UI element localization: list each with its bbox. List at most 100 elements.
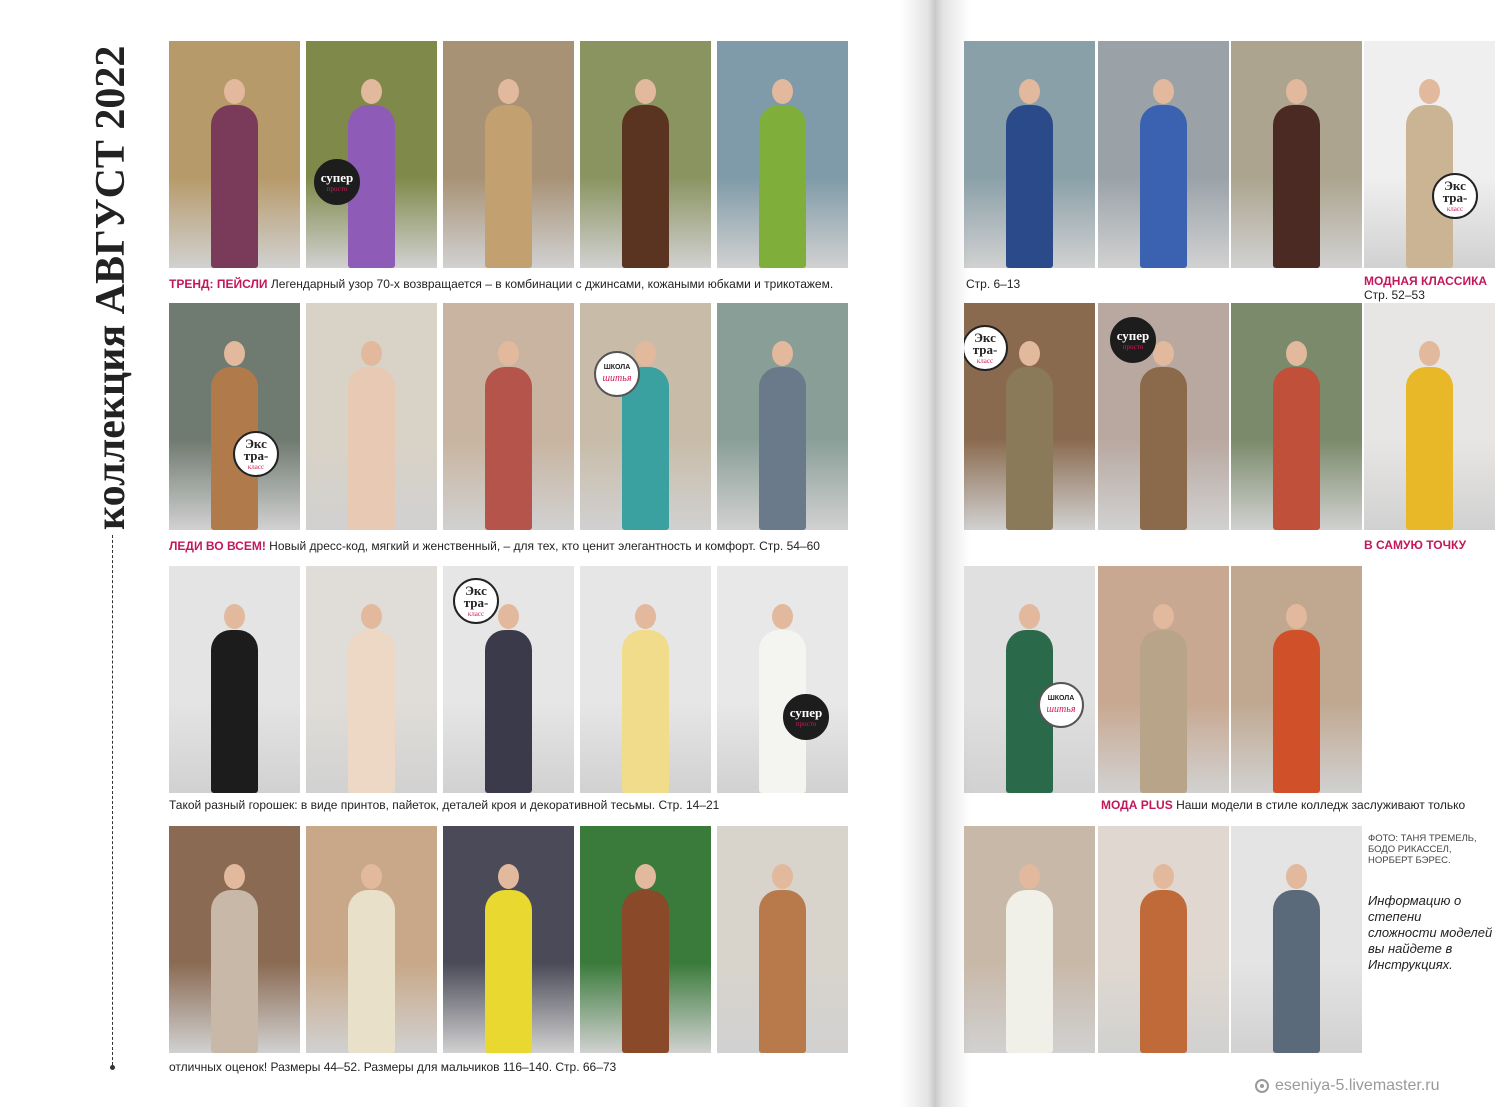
badge-extra-class: Экс тра-класс bbox=[1432, 173, 1478, 219]
fashion-photo: супер просто bbox=[717, 566, 848, 793]
badge-extra-class: Экс тра-класс bbox=[233, 431, 279, 477]
model-garment bbox=[1140, 366, 1187, 530]
badge-bottom-text: класс bbox=[247, 462, 265, 471]
badge-top-text: Экс тра- bbox=[463, 583, 489, 610]
model-head bbox=[1019, 864, 1040, 889]
fashion-photo bbox=[1364, 303, 1495, 530]
caption-trend-text: Легендарный узор 70-х возвращается – в к… bbox=[267, 277, 834, 291]
model-garment bbox=[759, 366, 806, 530]
fashion-photo: ШКОЛА шитья bbox=[580, 303, 711, 530]
model-garment bbox=[485, 366, 532, 530]
model-head bbox=[635, 604, 656, 629]
caption-ladies: ЛЕДИ ВО ВСЕМ! Новый дресс-код, мягкий и … bbox=[169, 539, 820, 553]
fashion-photo bbox=[306, 826, 437, 1053]
model-head bbox=[772, 341, 793, 366]
model-garment bbox=[1140, 104, 1187, 268]
fashion-photo: Экс тра-класс bbox=[964, 303, 1095, 530]
model-head bbox=[635, 79, 656, 104]
badge-top-text: супер bbox=[1116, 328, 1150, 343]
model-head bbox=[1419, 79, 1440, 104]
fashion-photo bbox=[964, 826, 1095, 1053]
watermark-text: eseniya-5.livemaster.ru bbox=[1275, 1077, 1440, 1094]
fashion-photo bbox=[1098, 566, 1229, 793]
model-head bbox=[498, 79, 519, 104]
model-garment bbox=[622, 104, 669, 268]
spine-title: коллекция АВГУСТ 2022 bbox=[80, 40, 140, 540]
badge-bottom-text: класс bbox=[1446, 204, 1464, 213]
badge-bottom-text: шитья bbox=[602, 372, 632, 384]
badge-extra-class: Экс тра-класс bbox=[964, 325, 1008, 371]
caption-trend-pages: Стр. 6–13 bbox=[966, 277, 1021, 291]
spine-dashed-line bbox=[112, 535, 113, 1065]
fashion-photo bbox=[169, 41, 300, 268]
fashion-photo bbox=[580, 566, 711, 793]
badge-super-prosto: супер просто bbox=[1110, 317, 1156, 363]
model-garment bbox=[1273, 104, 1320, 268]
model-garment bbox=[759, 889, 806, 1053]
fashion-photo bbox=[717, 826, 848, 1053]
badge-super-prosto: супер просто bbox=[783, 694, 829, 740]
model-garment bbox=[485, 629, 532, 793]
badge-top-text: Экс тра- bbox=[243, 436, 269, 463]
badge-top-text: Экс тра- bbox=[1442, 178, 1468, 205]
model-garment bbox=[759, 104, 806, 268]
model-garment bbox=[622, 629, 669, 793]
model-head bbox=[635, 864, 656, 889]
model-head bbox=[772, 604, 793, 629]
caption-ladies-highlight: ЛЕДИ ВО ВСЕМ! bbox=[169, 539, 266, 553]
model-head bbox=[1019, 604, 1040, 629]
info-note: Информацию о степени сложности моделей в… bbox=[1368, 893, 1493, 972]
model-garment bbox=[1006, 889, 1053, 1053]
fashion-photo bbox=[1098, 41, 1229, 268]
fashion-photo bbox=[1231, 303, 1362, 530]
badge-bottom-text: просто bbox=[1122, 342, 1144, 351]
fashion-photo bbox=[169, 566, 300, 793]
badge-top-text: ШКОЛА bbox=[1047, 695, 1075, 703]
badge-top-text: ШКОЛА bbox=[603, 364, 631, 372]
caption-point: В САМУЮ ТОЧКУ bbox=[1364, 538, 1466, 552]
badge-extra-class: Экс тра-класс bbox=[453, 578, 499, 624]
fashion-photo bbox=[1231, 41, 1362, 268]
model-garment bbox=[1273, 366, 1320, 530]
model-head bbox=[1019, 341, 1040, 366]
model-head bbox=[224, 604, 245, 629]
badge-bottom-text: просто bbox=[795, 719, 817, 728]
model-head bbox=[1019, 79, 1040, 104]
caption-ladies-text: Новый дресс-код, мягкий и женственный, –… bbox=[265, 539, 820, 553]
badge-sewing-school: ШКОЛА шитья bbox=[1038, 682, 1084, 728]
fashion-photo: супер просто bbox=[306, 41, 437, 268]
caption-dots: Такой разный горошек: в виде принтов, па… bbox=[169, 798, 720, 812]
model-garment bbox=[485, 889, 532, 1053]
model-garment bbox=[1140, 629, 1187, 793]
model-garment bbox=[1006, 366, 1053, 530]
model-garment bbox=[1406, 366, 1453, 530]
fashion-photo bbox=[580, 41, 711, 268]
model-head bbox=[1153, 79, 1174, 104]
fashion-photo: ШКОЛА шитья bbox=[964, 566, 1095, 793]
fashion-photo bbox=[580, 826, 711, 1053]
model-garment bbox=[211, 104, 258, 268]
fashion-photo: Экс тра-класс bbox=[1364, 41, 1495, 268]
model-garment bbox=[211, 889, 258, 1053]
fashion-photo: супер просто bbox=[1098, 303, 1229, 530]
model-head bbox=[1286, 604, 1307, 629]
spine-dot bbox=[110, 1065, 115, 1070]
model-head bbox=[498, 341, 519, 366]
model-garment bbox=[485, 104, 532, 268]
fashion-photo bbox=[717, 41, 848, 268]
badge-super-prosto: супер просто bbox=[314, 159, 360, 205]
model-garment bbox=[348, 629, 395, 793]
badge-bottom-text: шитья bbox=[1046, 703, 1076, 715]
fashion-photo bbox=[443, 303, 574, 530]
badge-bottom-text: класс bbox=[976, 356, 994, 365]
watermark: eseniya-5.livemaster.ru bbox=[1255, 1077, 1440, 1095]
fashion-photo bbox=[306, 303, 437, 530]
model-head bbox=[772, 79, 793, 104]
fashion-photo bbox=[443, 826, 574, 1053]
badge-top-text: супер bbox=[320, 170, 354, 185]
model-head bbox=[772, 864, 793, 889]
model-head bbox=[361, 341, 382, 366]
model-head bbox=[361, 79, 382, 104]
badge-bottom-text: класс bbox=[467, 609, 485, 618]
model-garment bbox=[211, 629, 258, 793]
